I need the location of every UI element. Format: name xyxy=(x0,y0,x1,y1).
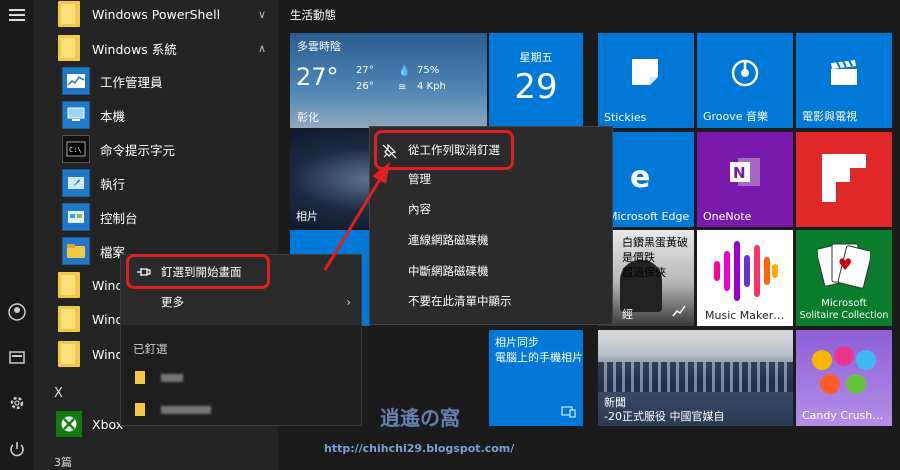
watermark-url: http://chihchi29.blogspot.com/ xyxy=(324,442,515,455)
watermark-logo: 逍遙の窩 xyxy=(380,406,460,430)
annotation-arrow xyxy=(323,162,390,271)
